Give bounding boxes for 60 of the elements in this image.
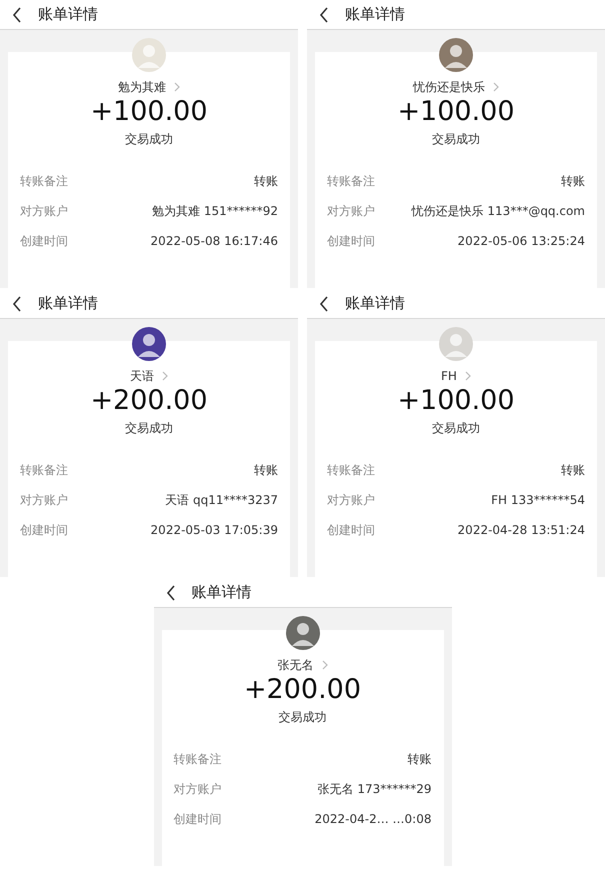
field-label: 对方账户 — [327, 492, 375, 509]
chevron-icon — [322, 660, 328, 670]
field-label: 转账备注 — [327, 173, 375, 190]
back-icon — [166, 584, 176, 600]
field-label: 对方账户 — [174, 781, 222, 798]
field-label: 转账备注 — [20, 173, 68, 190]
page-title: 账单详情 — [345, 4, 405, 26]
back-icon — [319, 6, 329, 22]
payer-name-link[interactable]: 张无名 — [278, 656, 328, 674]
page-title: 账单详情 — [192, 582, 252, 604]
field-value: 2022-04-2… …0:08 — [314, 811, 432, 828]
field-label: 对方账户 — [20, 492, 68, 509]
status-text: 交易成功 — [432, 420, 480, 437]
status-text: 交易成功 — [278, 709, 326, 726]
field-label: 对方账户 — [327, 203, 375, 220]
field-value: 转账 — [254, 462, 278, 479]
field-label: 对方账户 — [20, 203, 68, 220]
chevron-icon — [464, 371, 471, 381]
payer-name-link[interactable]: 天语 — [130, 367, 168, 385]
back-icon — [319, 296, 329, 312]
field-value: 2022-05-08 16:17:46 — [150, 233, 278, 250]
field-label: 创建时间 — [174, 811, 222, 828]
field-value: 天语 qq11****3237 — [165, 492, 278, 509]
status-text: 交易成功 — [432, 131, 480, 148]
payer-name-link[interactable]: FH — [441, 367, 471, 385]
page-title: 账单详情 — [38, 293, 98, 314]
status-text: 交易成功 — [125, 131, 173, 148]
field-label: 创建时间 — [20, 233, 68, 250]
chevron-icon — [493, 82, 499, 92]
back-icon — [12, 6, 22, 22]
field-value: FH 133******54 — [491, 492, 585, 509]
field-value: 2022-04-28 13:51:24 — [458, 522, 585, 539]
field-value: 转账 — [561, 462, 585, 479]
chevron-icon — [162, 371, 168, 381]
amount: +100.00 — [90, 96, 208, 128]
field-value: 转账 — [561, 173, 585, 190]
payer-name-link[interactable]: 忧伤还是快乐 — [413, 78, 499, 96]
amount: +100.00 — [397, 96, 515, 128]
page-title: 账单详情 — [38, 4, 98, 26]
field-value: 转账 — [408, 751, 432, 768]
field-label: 创建时间 — [20, 522, 68, 539]
field-label: 创建时间 — [327, 233, 375, 250]
chevron-icon — [174, 82, 180, 92]
field-value: 转账 — [254, 173, 278, 190]
field-value: 2022-05-06 13:25:24 — [458, 233, 585, 250]
field-value: 张无名 173******29 — [318, 781, 432, 798]
field-value: 2022-05-03 17:05:39 — [150, 522, 278, 539]
field-value: 忧伤还是快乐 113***@qq.com — [412, 203, 585, 220]
field-label: 转账备注 — [327, 462, 375, 479]
amount: +200.00 — [244, 674, 362, 706]
amount: +200.00 — [90, 385, 208, 417]
page-title: 账单详情 — [345, 293, 405, 314]
field-label: 创建时间 — [327, 522, 375, 539]
field-value: 勉为其难 151******92 — [152, 203, 278, 220]
back-icon — [12, 296, 22, 312]
status-text: 交易成功 — [125, 420, 173, 437]
payer-name-link[interactable]: 勉为其难 — [118, 78, 180, 96]
field-label: 转账备注 — [174, 751, 222, 768]
amount: +100.00 — [397, 385, 515, 417]
field-label: 转账备注 — [20, 462, 68, 479]
